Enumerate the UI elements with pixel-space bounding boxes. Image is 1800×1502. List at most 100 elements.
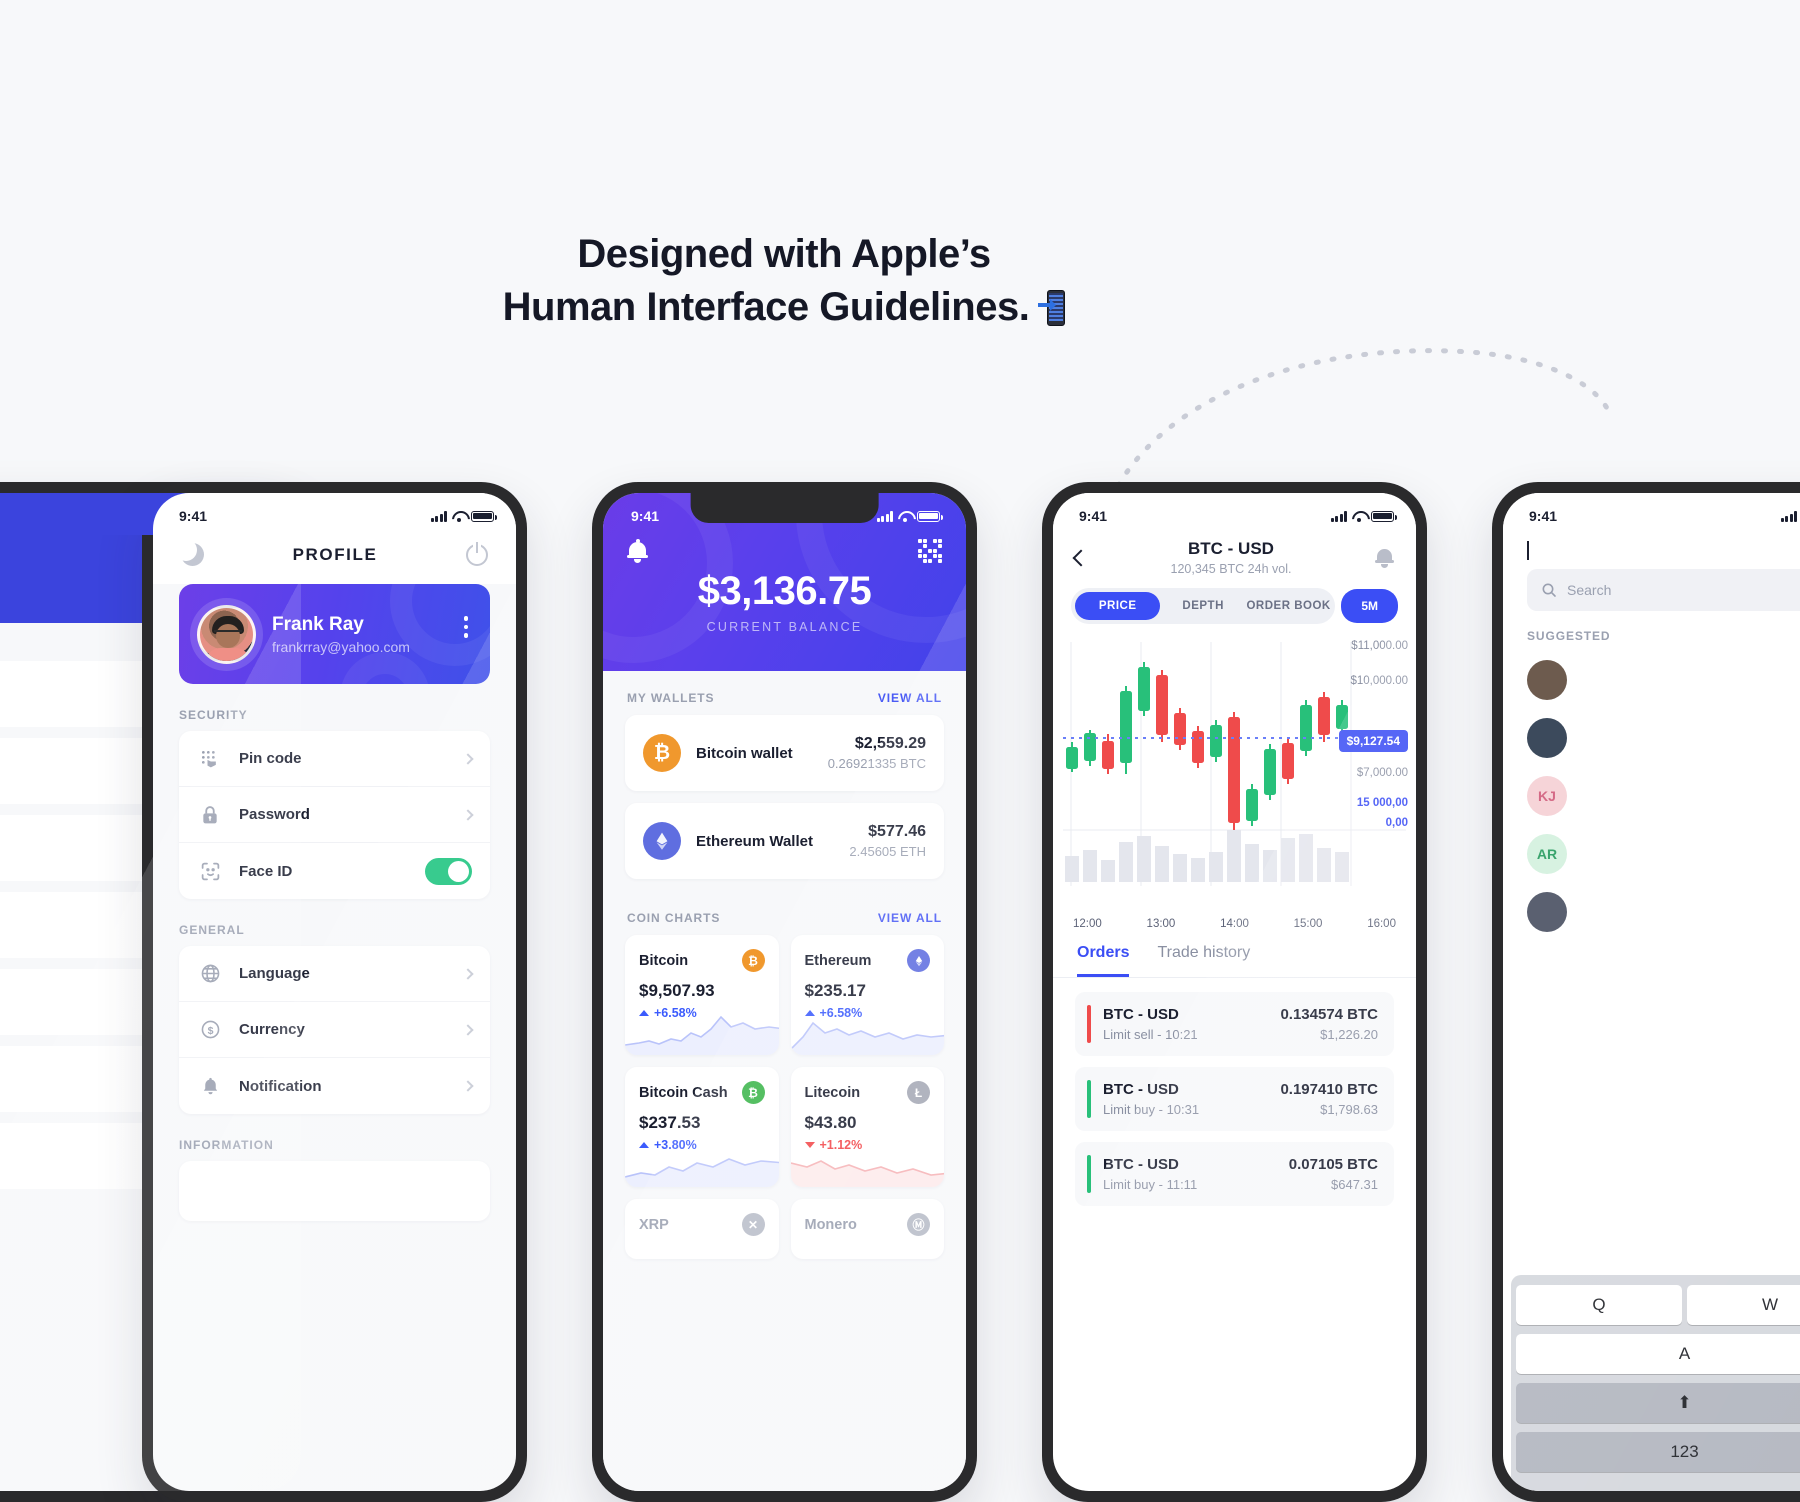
- coin-name: Litecoin: [805, 1085, 861, 1101]
- order-price: $1,226.20: [1280, 1027, 1378, 1042]
- wallet-row-ethereum[interactable]: Ethereum Wallet $577.46 2.45605 ETH: [625, 803, 944, 879]
- sidebar-item-face-id[interactable]: Face ID: [179, 843, 490, 899]
- power-icon[interactable]: [466, 544, 488, 566]
- key-a[interactable]: A: [1516, 1334, 1800, 1374]
- sidebar-item-language[interactable]: Language: [179, 946, 490, 1002]
- coin-name: Bitcoin: [639, 953, 688, 969]
- tab-depth[interactable]: DEPTH: [1160, 592, 1245, 620]
- wallet-body: MY WALLETS VIEW ALL ₿ Bitcoin wallet $2,…: [603, 671, 966, 1491]
- status-icons: [431, 511, 495, 522]
- x-tick: 15:00: [1294, 918, 1323, 930]
- contact-row[interactable]: [1503, 883, 1800, 941]
- cellular-icon: [431, 511, 448, 522]
- search-input[interactable]: Search: [1527, 569, 1800, 611]
- order-row[interactable]: BTC - USD Limit sell - 10:21 0.134574 BT…: [1075, 992, 1394, 1056]
- bitcoin-icon: ₿: [643, 734, 681, 772]
- search-icon: [1541, 582, 1557, 598]
- profile-identity: Frank Ray frankrray@yahoo.com: [272, 614, 410, 655]
- coin-card-monero[interactable]: Monero Ⓜ: [791, 1199, 945, 1259]
- sparkline: [791, 1011, 945, 1055]
- onscreen-keyboard[interactable]: Q W A ⬆ 123: [1511, 1275, 1800, 1491]
- bell-icon[interactable]: [1375, 547, 1394, 568]
- chevron-right-icon: [462, 968, 473, 979]
- wifi-icon: [452, 511, 466, 522]
- section-label-general: GENERAL: [153, 899, 516, 946]
- order-qty: 0.197410 BTC: [1280, 1081, 1378, 1098]
- timeframe-button[interactable]: 5M: [1341, 589, 1398, 623]
- page-headline: Designed with Apple’s Human Interface Gu…: [0, 228, 1568, 334]
- sidebar-item-notification[interactable]: Notification: [179, 1058, 490, 1114]
- moon-icon[interactable]: [181, 543, 204, 566]
- profile-screen: 9:41 PROFILE Frank Ray frankrray@yahoo.c…: [153, 493, 516, 1491]
- headline-line-2-wrap: Human Interface Guidelines.: [0, 281, 1568, 334]
- tab-trade-history[interactable]: Trade history: [1157, 944, 1250, 977]
- volume-min-label: 0,00: [1350, 817, 1408, 829]
- key-shift[interactable]: ⬆: [1516, 1383, 1800, 1423]
- decor-blob: [340, 652, 430, 684]
- bitcoin-icon: ₿: [742, 949, 765, 972]
- chevron-left-icon[interactable]: [1527, 541, 1529, 560]
- order-left: BTC - USD Limit buy - 10:31: [1103, 1081, 1199, 1117]
- order-right: 0.134574 BTC $1,226.20: [1280, 1006, 1378, 1042]
- contact-row[interactable]: [1503, 651, 1800, 709]
- page-title: BTC - USD: [1087, 539, 1375, 559]
- face-id-toggle[interactable]: [425, 858, 472, 885]
- key-w[interactable]: W: [1687, 1285, 1800, 1325]
- qr-code-icon[interactable]: [918, 539, 942, 563]
- wifi-icon: [898, 511, 912, 522]
- view-all-link[interactable]: VIEW ALL: [878, 691, 942, 705]
- coin-card-bitcoin-cash[interactable]: Bitcoin Cash ₿ $237.53 +3.80%: [625, 1067, 779, 1187]
- wallet-row-bitcoin[interactable]: ₿ Bitcoin wallet $2,559.29 0.26921335 BT…: [625, 715, 944, 791]
- status-icons: [1781, 511, 1800, 522]
- more-vertical-icon[interactable]: [464, 616, 469, 642]
- tab-orders[interactable]: Orders: [1077, 944, 1129, 977]
- coin-price: $235.17: [805, 981, 931, 1001]
- coin-card-xrp[interactable]: XRP ✕: [625, 1199, 779, 1259]
- profile-card[interactable]: Frank Ray frankrray@yahoo.com: [179, 584, 490, 684]
- tab-order-book[interactable]: ORDER BOOK: [1246, 592, 1331, 620]
- order-row[interactable]: BTC - USD Limit buy - 11:11 0.07105 BTC …: [1075, 1142, 1394, 1206]
- sidebar-item-currency[interactable]: $ Currency: [179, 1002, 490, 1058]
- x-tick: 14:00: [1220, 918, 1249, 930]
- status-bar: 9:41: [1053, 493, 1416, 535]
- order-left: BTC - USD Limit sell - 10:21: [1103, 1006, 1198, 1042]
- wallet-header: 9:41 $3,136: [603, 493, 966, 671]
- search-placeholder: Search: [1567, 582, 1611, 598]
- status-time: 9:41: [1079, 508, 1107, 524]
- keyboard-row: A: [1516, 1334, 1800, 1374]
- avatar: [1527, 892, 1567, 932]
- key-q[interactable]: Q: [1516, 1285, 1682, 1325]
- chart-x-axis: 12:00 13:00 14:00 15:00 16:00: [1053, 914, 1416, 930]
- coin-card-bitcoin[interactable]: Bitcoin ₿ $9,507.93 +6.58%: [625, 935, 779, 1055]
- keyboard-row: 123: [1516, 1432, 1800, 1472]
- sparkline: [625, 1011, 779, 1055]
- row-label: Face ID: [239, 863, 292, 880]
- order-sub: Limit buy - 11:11: [1103, 1177, 1197, 1192]
- order-qty: 0.134574 BTC: [1280, 1006, 1378, 1023]
- contact-row[interactable]: AR: [1503, 825, 1800, 883]
- sidebar-item-pin-code[interactable]: Pin code: [179, 731, 490, 787]
- order-side-indicator: [1087, 1155, 1091, 1193]
- tab-price[interactable]: PRICE: [1075, 592, 1160, 620]
- bell-icon[interactable]: [627, 540, 648, 563]
- coin-card-ethereum[interactable]: Ethereum $235.17 +6.58%: [791, 935, 945, 1055]
- wallet-value: $577.46: [849, 823, 926, 841]
- contact-row[interactable]: [1503, 709, 1800, 767]
- wallet-header-icons: [627, 535, 942, 563]
- contact-row[interactable]: KJ: [1503, 767, 1800, 825]
- key-numbers[interactable]: 123: [1516, 1432, 1800, 1472]
- y-tick: $10,000.00: [1350, 675, 1408, 687]
- order-sub: Limit buy - 10:31: [1103, 1102, 1199, 1117]
- order-left: BTC - USD Limit buy - 11:11: [1103, 1156, 1197, 1192]
- row-label: Currency: [239, 1021, 305, 1038]
- order-row[interactable]: BTC - USD Limit buy - 10:31 0.197410 BTC…: [1075, 1067, 1394, 1131]
- view-all-link[interactable]: VIEW ALL: [878, 911, 942, 925]
- order-side-indicator: [1087, 1080, 1091, 1118]
- ethereum-icon: [643, 822, 681, 860]
- cellular-icon: [877, 511, 894, 522]
- status-time: 9:41: [631, 508, 659, 524]
- sidebar-item-password[interactable]: Password: [179, 787, 490, 843]
- coin-card-litecoin[interactable]: Litecoin Ł $43.80 +1.12%: [791, 1067, 945, 1187]
- section-title: MY WALLETS: [627, 691, 714, 705]
- litecoin-icon: Ł: [907, 1081, 930, 1104]
